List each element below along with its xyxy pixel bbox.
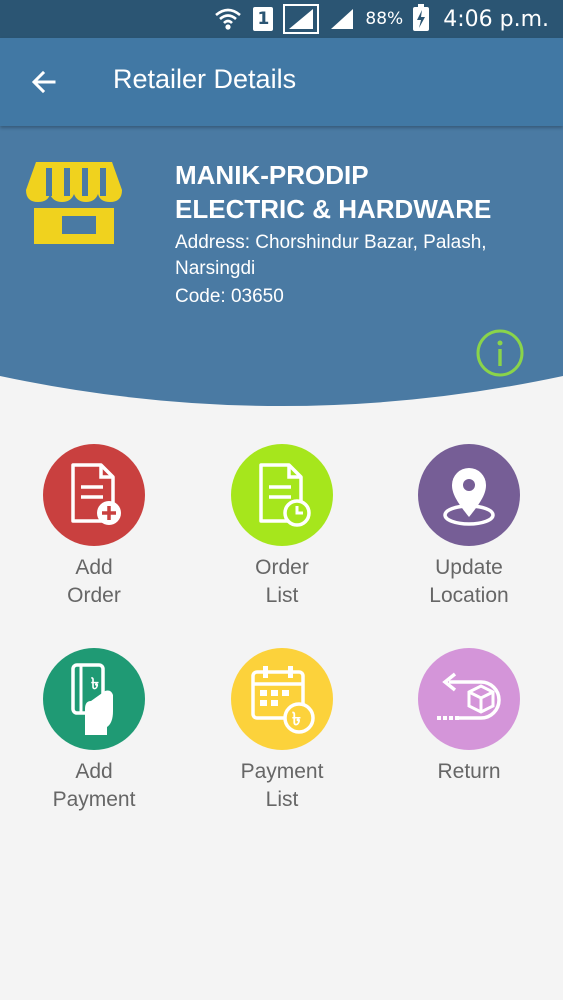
add-payment-circle: ৳ bbox=[43, 648, 145, 750]
battery-icon bbox=[413, 4, 430, 31]
location-pin-icon bbox=[443, 468, 495, 526]
label-line2: List bbox=[265, 584, 299, 607]
payment-list-circle: ৳ bbox=[231, 648, 333, 750]
battery-percent: 88% bbox=[365, 9, 404, 29]
retailer-address: Address: Chorshindur Bazar, Palash, Nars… bbox=[175, 230, 555, 282]
add-payment-label: Add Payment bbox=[0, 758, 188, 814]
sim-badge: 1 bbox=[253, 7, 274, 31]
return-label: Return bbox=[375, 758, 563, 786]
label-line2: Location bbox=[429, 584, 509, 607]
retailer-header: MANIK-PRODIP ELECTRIC & HARDWARE Address… bbox=[0, 126, 563, 410]
svg-text:৳: ৳ bbox=[91, 674, 99, 693]
label-line1: Payment bbox=[240, 760, 324, 783]
label-line1: Order bbox=[255, 556, 309, 579]
signal-icon bbox=[283, 4, 320, 34]
label-line1: Add bbox=[75, 556, 113, 579]
hand-card-icon: ৳ bbox=[71, 663, 113, 735]
return-button[interactable]: Return bbox=[375, 648, 563, 786]
svg-text:৳: ৳ bbox=[292, 709, 301, 730]
document-clock-icon bbox=[259, 463, 311, 527]
page-title: Retailer Details bbox=[113, 64, 297, 94]
info-icon bbox=[476, 329, 524, 377]
update-location-label: Update Location bbox=[375, 554, 563, 610]
update-location-button[interactable]: Update Location bbox=[375, 444, 563, 610]
address-line2: Narsingdi bbox=[175, 258, 256, 279]
label-line2: Order bbox=[67, 584, 121, 607]
calendar-taka-icon: ৳ bbox=[251, 666, 315, 734]
label-line1: Add bbox=[75, 760, 113, 783]
shop-icon bbox=[22, 156, 126, 248]
address-line1: Address: Chorshindur Bazar, Palash, bbox=[175, 232, 487, 253]
document-plus-icon bbox=[71, 463, 121, 525]
wifi-icon bbox=[213, 6, 243, 32]
retailer-code: Code: 03650 bbox=[175, 286, 284, 307]
info-button[interactable] bbox=[475, 328, 525, 378]
back-button[interactable] bbox=[22, 60, 66, 104]
add-order-button[interactable]: Add Order bbox=[0, 444, 188, 610]
label-line2: List bbox=[265, 788, 299, 811]
update-location-circle bbox=[418, 444, 520, 546]
order-list-label: Order List bbox=[188, 554, 376, 610]
payment-list-label: Payment List bbox=[188, 758, 376, 814]
arrow-left-icon bbox=[31, 70, 56, 94]
status-icons: 1 88% 4:06 p.m. bbox=[213, 4, 549, 34]
payment-list-button[interactable]: ৳ Payment List bbox=[188, 648, 376, 814]
label-line2: Payment bbox=[52, 788, 136, 811]
add-order-label: Add Order bbox=[0, 554, 188, 610]
add-order-circle bbox=[43, 444, 145, 546]
status-bar: 1 88% 4:06 p.m. bbox=[0, 0, 563, 38]
label-line1: Return bbox=[437, 760, 501, 783]
signal-icon-2 bbox=[329, 7, 355, 31]
return-circle bbox=[418, 648, 520, 750]
retailer-name: MANIK-PRODIP ELECTRIC & HARDWARE bbox=[175, 158, 555, 226]
retailer-name-line1: MANIK-PRODIP bbox=[175, 160, 369, 190]
clock: 4:06 p.m. bbox=[443, 6, 549, 32]
return-box-icon bbox=[437, 672, 501, 720]
add-payment-button[interactable]: ৳ Add Payment bbox=[0, 648, 188, 814]
label-line1: Update bbox=[435, 556, 503, 579]
order-list-button[interactable]: Order List bbox=[188, 444, 376, 610]
order-list-circle bbox=[231, 444, 333, 546]
retailer-name-line2: ELECTRIC & HARDWARE bbox=[175, 194, 492, 224]
app-bar: Retailer Details bbox=[0, 38, 563, 126]
